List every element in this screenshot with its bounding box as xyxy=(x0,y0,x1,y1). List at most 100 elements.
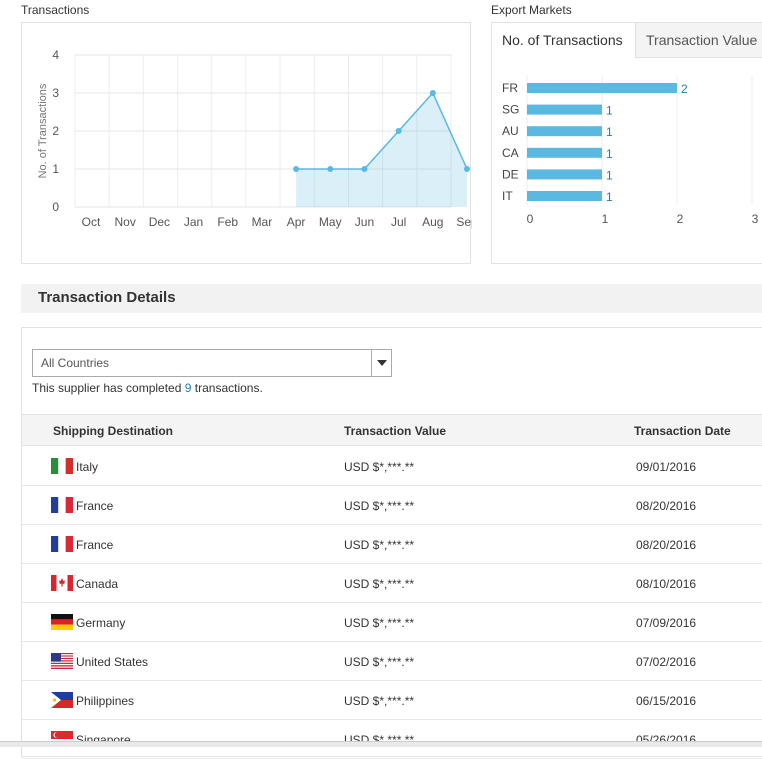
x-tick-label: Jun xyxy=(355,215,374,229)
chevron-down-icon xyxy=(377,360,387,366)
category-label: SG xyxy=(502,103,519,117)
country-name: Philippines xyxy=(76,694,135,708)
table-row[interactable]: Germany USD $*,***.** 07/09/2016 xyxy=(22,603,762,642)
transaction-value: USD $*,***.** xyxy=(344,577,415,591)
export-markets-panel: 0 1 2 3 FR 2 SG 1 AU 1 CA 1 DE 1 IT 1 No. of Transactio… xyxy=(491,22,762,264)
x-tick-label: Aug xyxy=(422,215,443,229)
table-row[interactable]: Italy USD $*,***.** 09/01/2016 xyxy=(22,447,762,486)
x-tick-label: Dec xyxy=(149,215,170,229)
bar-value-label: 2 xyxy=(681,82,688,96)
transaction-date: 07/09/2016 xyxy=(636,616,697,630)
y-tick-label: 0 xyxy=(52,200,59,214)
tab-transaction-value[interactable]: Transaction Value xyxy=(636,23,762,58)
x-tick-label: Jan xyxy=(184,215,203,229)
bar-value-label: 1 xyxy=(606,168,613,182)
category-label: AU xyxy=(502,124,519,138)
philippines-flag-icon xyxy=(51,692,73,708)
france-flag-icon xyxy=(51,536,73,552)
table-row[interactable]: Philippines USD $*,***.** 06/15/2016 xyxy=(22,681,762,720)
column-transaction-date[interactable]: Transaction Date xyxy=(634,424,731,438)
column-transaction-value[interactable]: Transaction Value xyxy=(344,424,446,438)
transaction-value: USD $*,***.** xyxy=(344,538,415,552)
table-header: Shipping Destination Transaction Value T… xyxy=(22,414,762,446)
country-name: France xyxy=(76,499,114,513)
category-label: FR xyxy=(502,81,518,95)
transaction-value: USD $*,***.** xyxy=(344,616,415,630)
category-label: DE xyxy=(502,167,519,181)
x-tick-label: Jul xyxy=(391,215,406,229)
bar-value-label: 1 xyxy=(606,125,613,139)
transaction-date: 09/01/2016 xyxy=(636,460,697,474)
transaction-date: 08/10/2016 xyxy=(636,577,697,591)
bar-value-label: 1 xyxy=(606,190,613,204)
data-point xyxy=(327,166,334,172)
bar-value-label: 1 xyxy=(606,104,613,118)
x-tick-label: 1 xyxy=(602,212,609,226)
transaction-date: 08/20/2016 xyxy=(636,538,697,552)
data-point xyxy=(464,166,470,172)
transaction-value: USD $*,***.** xyxy=(344,655,415,669)
bottom-scroll-edge xyxy=(0,741,762,747)
x-tick-label: Nov xyxy=(115,215,136,229)
y-tick-label: 3 xyxy=(52,86,59,100)
transaction-details-header: Transaction Details xyxy=(21,284,762,313)
y-axis-label: No. of Transactions xyxy=(37,83,49,178)
dropdown-toggle[interactable] xyxy=(371,350,391,376)
transaction-value: USD $*,***.** xyxy=(344,694,415,708)
category-label: IT xyxy=(502,189,513,203)
x-tick-label: May xyxy=(319,215,342,229)
table-row[interactable]: Canada USD $*,***.** 08/10/2016 xyxy=(22,564,762,603)
x-tick-label: Feb xyxy=(217,215,238,229)
data-point xyxy=(395,128,402,134)
x-tick-label: Sep xyxy=(456,215,472,229)
data-point xyxy=(293,166,300,172)
y-tick-label: 2 xyxy=(52,124,59,138)
usa-flag-icon xyxy=(51,653,73,669)
country-name: Germany xyxy=(76,616,126,630)
transaction-details-title: Transaction Details xyxy=(38,289,176,306)
bar xyxy=(527,83,677,93)
country-filter-select[interactable]: All Countries xyxy=(32,349,392,377)
bar xyxy=(527,191,602,201)
bar xyxy=(527,104,602,115)
bar-value-label: 1 xyxy=(606,147,613,161)
table-row[interactable]: Singapore USD $*,***.** 05/26/2016 xyxy=(22,720,762,759)
bar xyxy=(527,147,602,158)
transaction-details-panel: All Countries This supplier has complete… xyxy=(21,327,762,759)
transaction-value: USD $*,***.** xyxy=(344,460,415,474)
country-name: Canada xyxy=(76,577,119,591)
country-name: France xyxy=(76,538,114,552)
transactions-chart: 0 1 2 3 4 Oct Nov Dec Jan Feb Mar Apr May Jun Jul Aug Se… xyxy=(37,48,472,229)
transaction-date: 07/02/2016 xyxy=(636,655,697,669)
x-tick-label: Mar xyxy=(252,215,273,229)
country-filter-value: All Countries xyxy=(41,356,110,370)
tab-no-of-transactions[interactable]: No. of Transactions xyxy=(492,23,636,58)
transaction-summary: This supplier has completed 9 transactio… xyxy=(32,381,263,395)
transaction-date: 08/20/2016 xyxy=(636,499,697,513)
table-row[interactable]: United States USD $*,***.** 07/02/2016 xyxy=(22,642,762,681)
france-flag-icon xyxy=(51,497,73,513)
export-markets-section-title: Export Markets xyxy=(491,3,572,17)
country-name: Italy xyxy=(76,460,99,474)
y-tick-label: 4 xyxy=(52,48,59,62)
transaction-date: 06/15/2016 xyxy=(636,694,697,708)
table-row[interactable]: France USD $*,***.** 08/20/2016 xyxy=(22,525,762,564)
transaction-value: USD $*,***.** xyxy=(344,499,415,513)
data-point xyxy=(361,166,368,172)
x-tick-label: 3 xyxy=(752,212,759,226)
canada-flag-icon xyxy=(51,575,73,591)
column-shipping-destination[interactable]: Shipping Destination xyxy=(53,424,173,438)
data-point xyxy=(429,90,436,96)
x-tick-label: 0 xyxy=(527,212,534,226)
bar xyxy=(527,126,602,137)
transactions-chart-panel: 0 1 2 3 4 Oct Nov Dec Jan Feb Mar Apr May Jun Jul Aug Se… xyxy=(21,22,472,264)
germany-flag-icon xyxy=(51,614,73,630)
summary-prefix: This supplier has completed xyxy=(32,381,185,395)
italy-flag-icon xyxy=(51,458,73,474)
export-markets-chart: 0 1 2 3 FR 2 SG 1 AU 1 CA 1 DE 1 IT 1 xyxy=(502,75,759,226)
transactions-section-title: Transactions xyxy=(21,3,90,17)
country-name: United States xyxy=(76,655,149,669)
y-tick-label: 1 xyxy=(52,162,59,176)
table-row[interactable]: France USD $*,***.** 08/20/2016 xyxy=(22,486,762,525)
x-tick-label: 2 xyxy=(677,212,684,226)
